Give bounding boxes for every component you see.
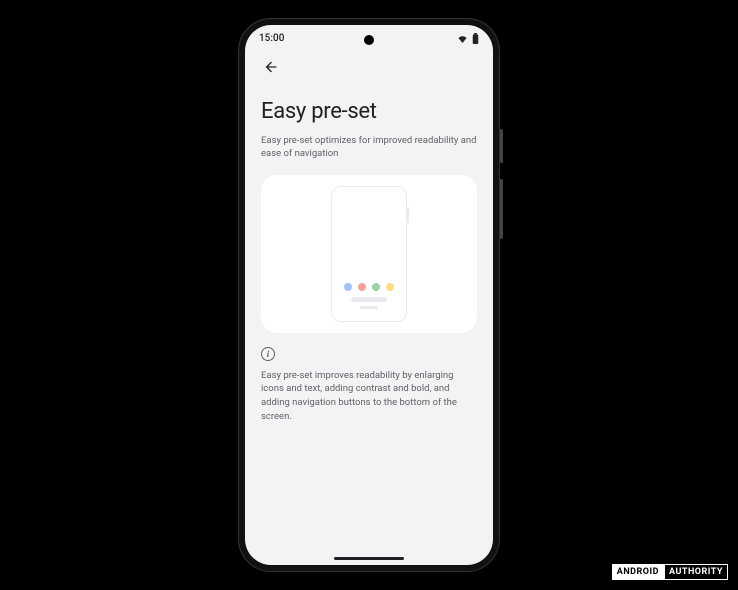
info-icon: i — [261, 347, 275, 361]
preview-card — [261, 175, 477, 333]
preview-pill — [351, 297, 387, 302]
watermark-right: AUTHORITY — [664, 564, 728, 580]
page-subtitle: Easy pre-set optimizes for improved read… — [261, 134, 477, 161]
dot-green — [372, 283, 380, 291]
preview-dots — [344, 283, 394, 291]
back-button[interactable] — [261, 57, 281, 77]
watermark: ANDROID AUTHORITY — [612, 564, 728, 580]
page-description: Easy pre-set improves readability by enl… — [261, 369, 477, 424]
app-bar — [245, 51, 493, 83]
dot-red — [358, 283, 366, 291]
status-time: 15:00 — [259, 33, 284, 44]
phone-frame: 15:00 Easy pre-set Easy pre-set optimize… — [239, 19, 499, 571]
screen: 15:00 Easy pre-set Easy pre-set optimize… — [245, 25, 493, 565]
battery-icon — [472, 33, 479, 44]
arrow-back-icon — [263, 59, 279, 75]
volume-button — [500, 179, 503, 239]
power-button — [500, 129, 503, 163]
dot-blue — [344, 283, 352, 291]
preview-phone-illustration — [331, 186, 407, 322]
gesture-bar[interactable] — [334, 557, 404, 560]
content-area: Easy pre-set Easy pre-set optimizes for … — [245, 83, 493, 565]
watermark-left: ANDROID — [612, 564, 664, 580]
camera-cutout — [364, 35, 374, 45]
dot-yellow — [386, 283, 394, 291]
info-row: i — [261, 347, 477, 361]
page-title: Easy pre-set — [261, 99, 477, 124]
preview-pill-short — [360, 306, 378, 309]
wifi-icon — [457, 34, 468, 43]
